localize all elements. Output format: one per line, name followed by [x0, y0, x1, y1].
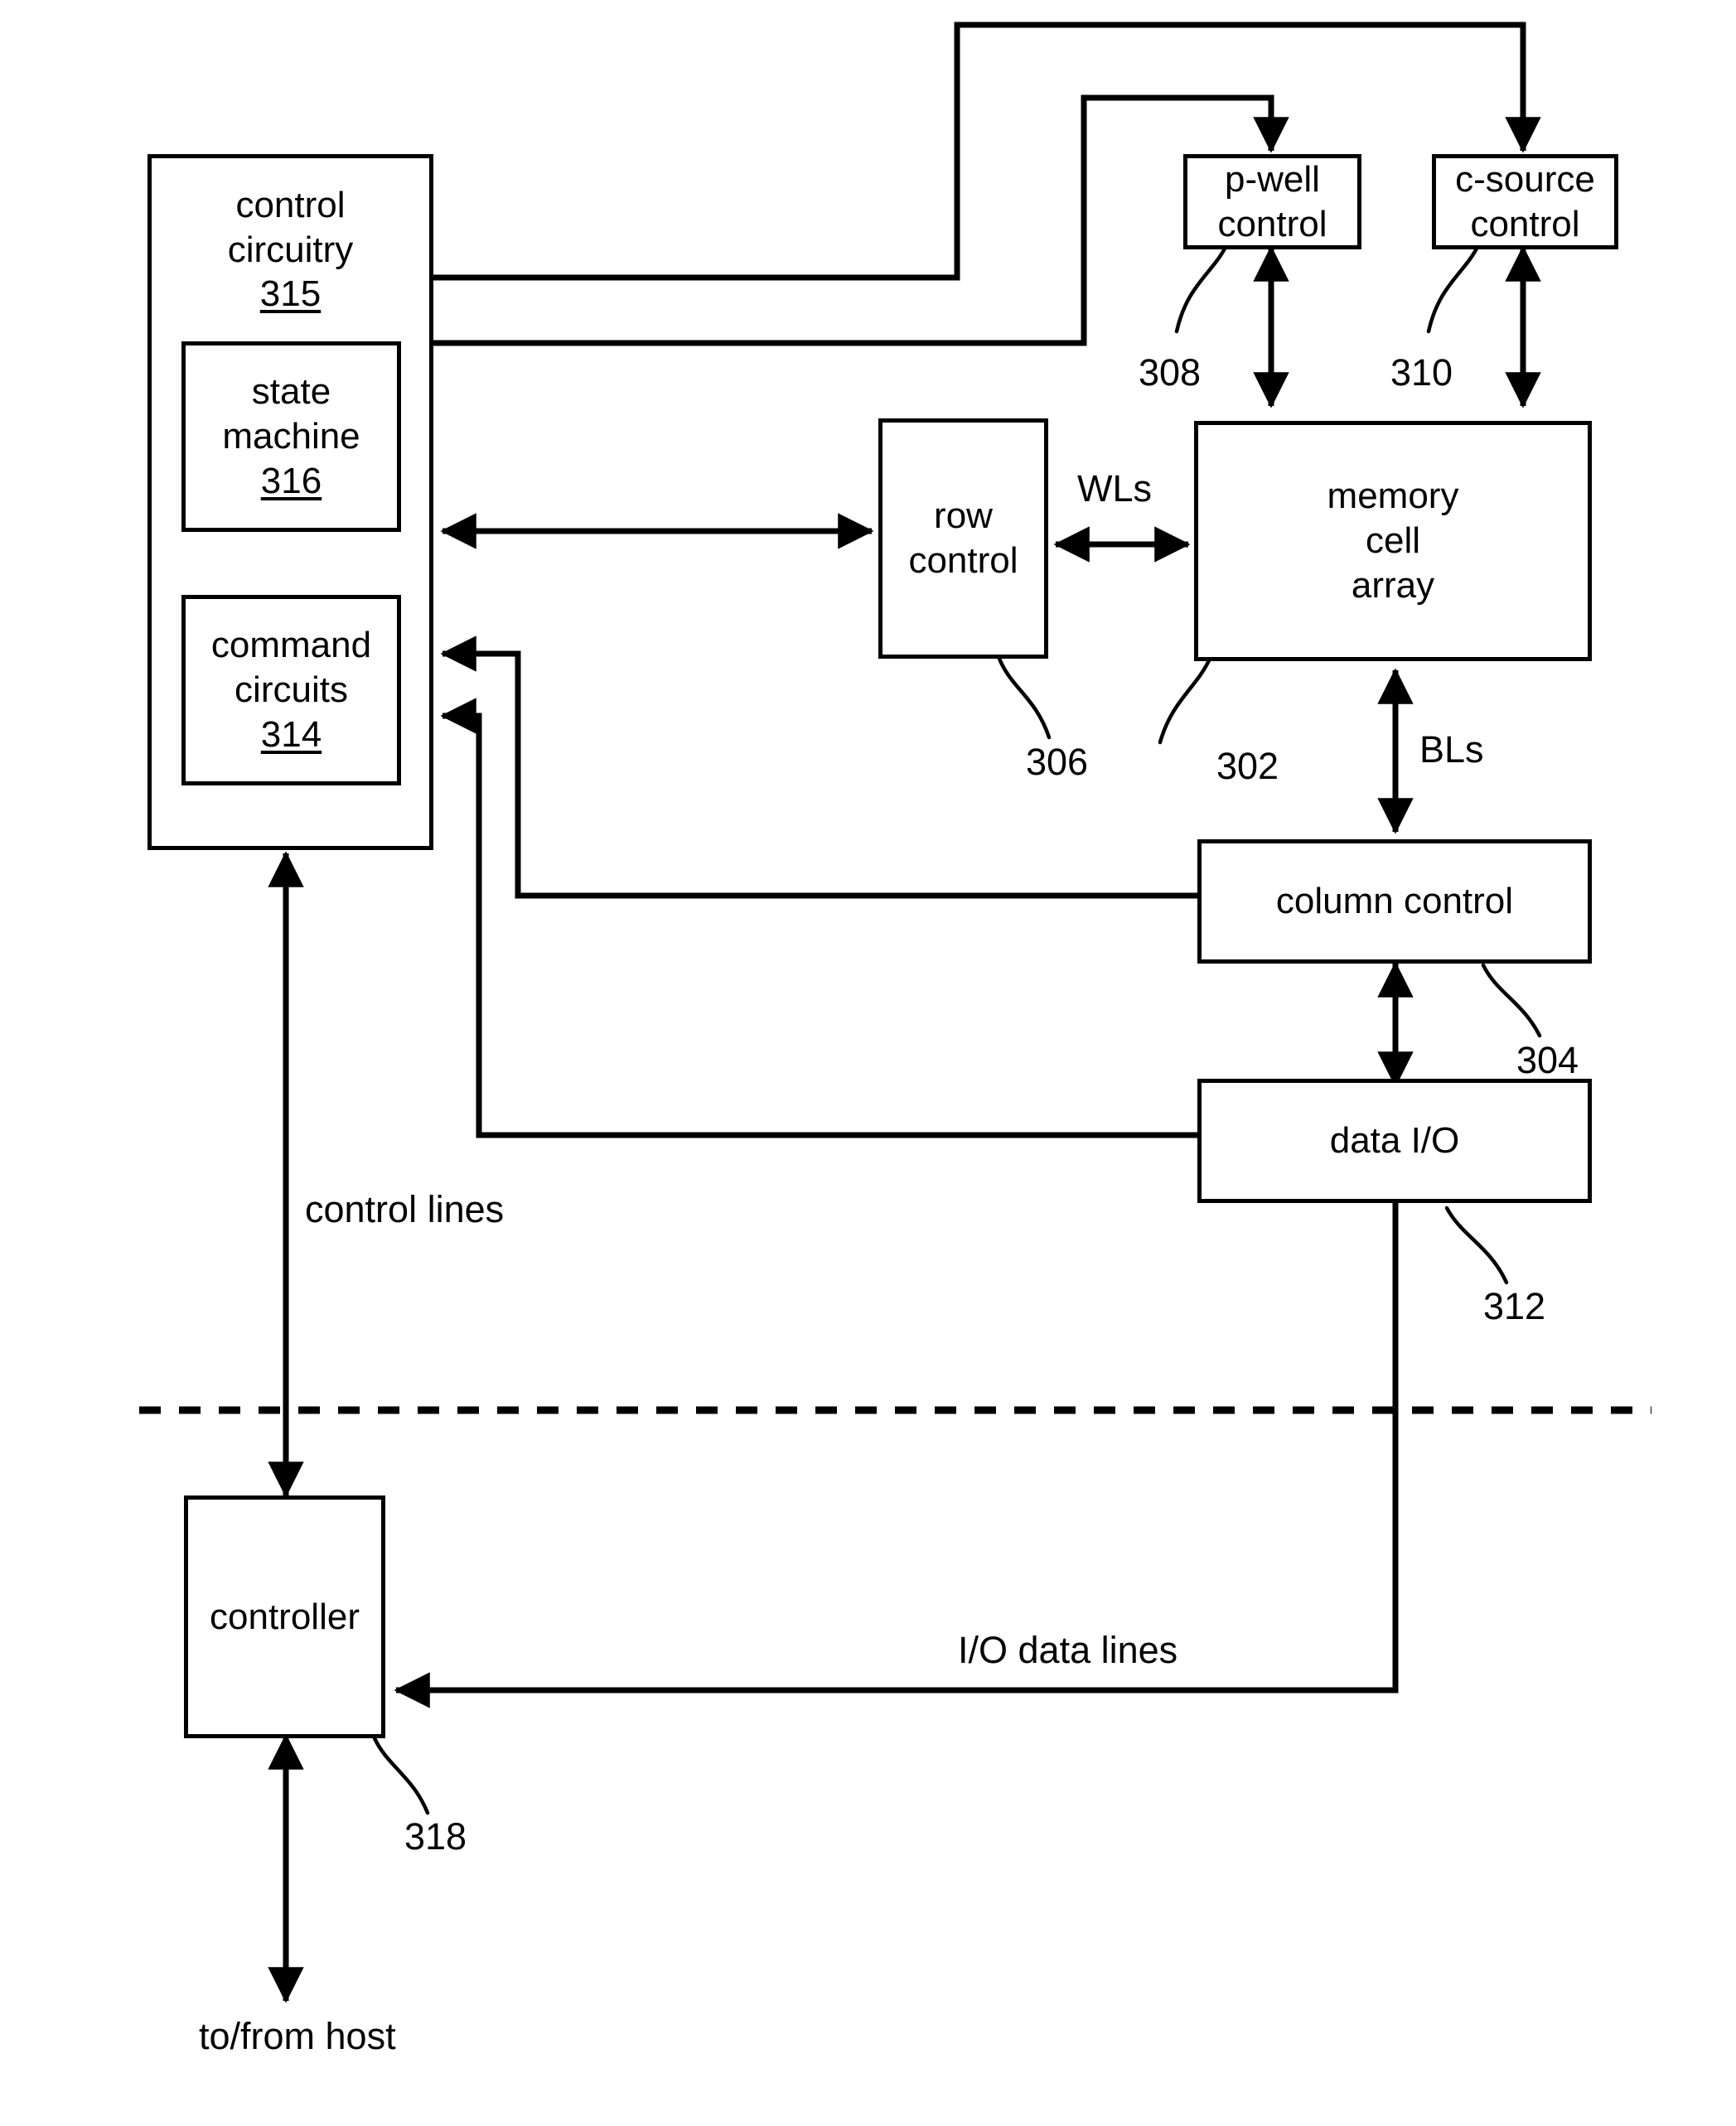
block-p-well-control[interactable]: p-well control [1183, 154, 1361, 249]
block-memory-cell-array[interactable]: memory cell array [1194, 421, 1592, 661]
memory-cell-array-label-line2: cell [1365, 520, 1421, 562]
column-control-label: column control [1275, 881, 1514, 922]
block-row-control[interactable]: row control [878, 418, 1048, 659]
block-data-io[interactable]: data I/O [1197, 1079, 1592, 1203]
wire-control-to-pwell [433, 94, 1289, 346]
block-column-control[interactable]: column control [1197, 839, 1592, 964]
label-io-data-lines: I/O data lines [958, 1629, 1178, 1671]
leader-302 [1158, 656, 1212, 745]
wire-dataio-to-controller [394, 1203, 1399, 1708]
leader-312 [1444, 1206, 1509, 1285]
leader-310 [1426, 246, 1479, 334]
c-source-control-label-line2: control [1470, 203, 1580, 244]
label-wls: WLs [1077, 467, 1152, 510]
leader-304 [1481, 963, 1542, 1038]
leader-308 [1174, 246, 1227, 334]
label-to-from-host: to/from host [199, 2015, 396, 2057]
leader-318 [372, 1736, 430, 1815]
memory-cell-array-label-line3: array [1351, 564, 1435, 606]
state-machine-label-line2: machine [222, 416, 360, 457]
data-io-label: data I/O [1329, 1120, 1460, 1162]
command-circuits-label-line2: circuits [235, 669, 348, 711]
ref-numeral-310: 310 [1390, 351, 1453, 394]
controller-label: controller [210, 1596, 360, 1637]
block-c-source-control[interactable]: c-source control [1432, 154, 1618, 249]
block-command-circuits[interactable]: command circuits 314 [181, 595, 401, 785]
label-control-lines: control lines [305, 1188, 505, 1230]
command-circuits-ref: 314 [260, 713, 322, 755]
control-circuitry-ref: 315 [259, 273, 322, 315]
command-circuits-label-line1: command [210, 625, 372, 666]
control-circuitry-label-line1: control [235, 185, 346, 225]
c-source-control-label-line1: c-source [1455, 158, 1595, 200]
ref-numeral-312: 312 [1483, 1285, 1546, 1327]
label-bls: BLs [1419, 728, 1484, 771]
block-state-machine[interactable]: state machine 316 [181, 341, 401, 532]
control-circuitry-label-line2: circuitry [227, 229, 354, 270]
ref-numeral-302: 302 [1216, 745, 1279, 787]
block-controller[interactable]: controller [184, 1495, 385, 1738]
ref-numeral-318: 318 [404, 1815, 467, 1858]
p-well-control-label-line1: p-well [1225, 158, 1320, 200]
figure-canvas: control circuitry 315 state machine 316 … [0, 0, 1736, 2126]
p-well-control-label-line2: control [1217, 203, 1327, 244]
state-machine-label-line1: state [251, 371, 331, 413]
row-control-label-line2: control [908, 540, 1018, 581]
ref-numeral-308: 308 [1139, 351, 1202, 394]
leader-306 [997, 656, 1052, 740]
row-control-label-line1: row [934, 495, 993, 537]
ref-numeral-306: 306 [1026, 741, 1089, 783]
ref-numeral-304: 304 [1516, 1039, 1579, 1081]
memory-cell-array-label-line1: memory [1327, 476, 1459, 517]
state-machine-ref: 316 [260, 460, 322, 501]
